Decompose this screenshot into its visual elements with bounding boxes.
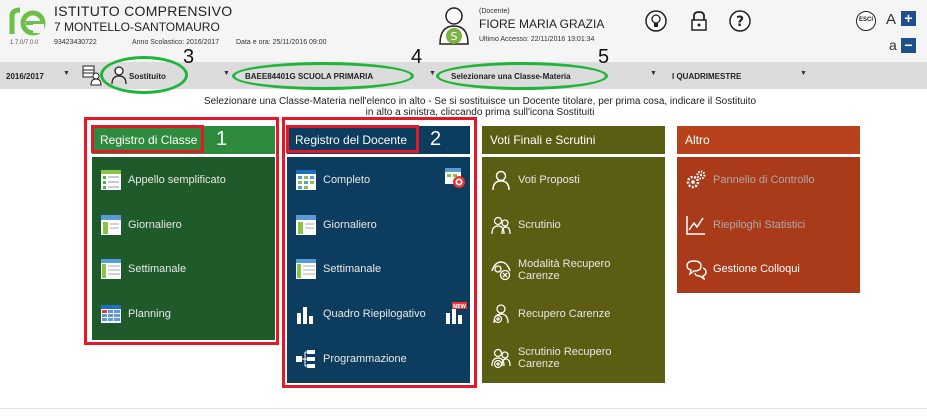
last-access: Ultimo Accesso: 22/11/2016 13:01:34 — [479, 36, 595, 43]
menu-label: Scrutinio — [518, 219, 561, 231]
font-size-large-label: A — [886, 11, 897, 28]
menu-scrutinio-recupero-carenze[interactable]: Scrutinio Recupero Carenze — [490, 346, 612, 370]
footer-divider — [0, 408, 927, 409]
font-decrease-button[interactable]: − — [901, 38, 916, 53]
annotation-ellipse-4 — [232, 62, 414, 90]
school-year: Anno Scolastico: 2016/2017 — [132, 39, 220, 46]
school-city: 7 MONTELLO-SANTOMAURO — [54, 20, 220, 34]
menu-label: Riepiloghi Statistici — [713, 219, 806, 231]
sostituti-icon[interactable] — [82, 64, 102, 86]
annotation-number-4: 4 — [411, 46, 423, 68]
lightbulb-icon[interactable] — [645, 10, 667, 32]
avatar-letter: S — [451, 30, 458, 43]
menu-label: Recupero Carenze — [518, 308, 611, 320]
menu-riepiloghi-statistici[interactable]: Riepiloghi Statistici — [685, 214, 805, 236]
year-dropdown-arrow[interactable]: ▼ — [63, 70, 70, 77]
menu-pannello-controllo[interactable]: Pannello di Controllo — [685, 169, 815, 191]
instruction-line-1: Selezionare una Classe-Materia nell'elen… — [203, 96, 757, 107]
user-role: (Docente) — [479, 8, 510, 15]
annotation-ellipse-3 — [100, 56, 188, 94]
annotation-ellipse-5 — [436, 62, 608, 90]
menu-label: Gestione Colloqui — [713, 263, 800, 275]
menu-label: Pannello di Controllo — [713, 174, 815, 186]
gears-icon — [686, 170, 706, 189]
font-size-small-label: a — [889, 37, 897, 53]
help-icon[interactable]: ? — [729, 10, 751, 32]
card-altro-header[interactable]: Altro — [677, 126, 860, 154]
person-icon — [492, 170, 510, 191]
teacher-name: FIORE MARIA GRAZIA — [479, 17, 605, 31]
period-selector[interactable]: I QUADRIMESTRE — [672, 72, 741, 81]
card-voti-finali: Voti Proposti Scrutinio Modalità Recuper… — [482, 157, 665, 383]
card-altro-title: Altro — [685, 133, 710, 147]
recovery-mode-icon — [491, 261, 511, 281]
period-dropdown-arrow[interactable]: ▼ — [800, 70, 807, 77]
group-icon — [491, 216, 511, 235]
annotation-box-2 — [282, 117, 477, 388]
annotation-title-box-2 — [286, 125, 419, 153]
instruction-text: Selezionare una Classe-Materia nell'elen… — [160, 96, 800, 118]
app-version: 1.7.0/7.0.0 — [10, 40, 39, 46]
year-selector[interactable]: 2016/2017 — [6, 72, 44, 81]
annotation-number-5: 5 — [598, 46, 610, 68]
menu-modalita-recupero-carenze[interactable]: Modalità Recupero Carenze — [490, 258, 610, 282]
substitute-dropdown-arrow[interactable]: ▼ — [223, 70, 230, 77]
menu-scrutinio[interactable]: Scrutinio — [490, 214, 561, 236]
menu-recupero-carenze[interactable]: Recupero Carenze — [490, 303, 610, 325]
font-increase-button[interactable]: + — [901, 11, 916, 26]
app-logo-icon[interactable] — [6, 4, 46, 40]
stats-chart-icon — [686, 216, 705, 235]
menu-label: Scrutinio Recupero Carenze — [518, 346, 612, 370]
menu-label: Voti Proposti — [518, 174, 580, 186]
person-plus-icon — [493, 304, 509, 324]
annotation-title-box-1 — [91, 125, 204, 153]
annotation-number-3: 3 — [183, 46, 195, 68]
menu-gestione-colloqui[interactable]: Gestione Colloqui — [685, 258, 800, 280]
card-altro: Pannello di Controllo Riepiloghi Statist… — [677, 157, 860, 293]
conversation-icon — [686, 260, 707, 280]
school-name: ISTITUTO COMPRENSIVO — [54, 3, 233, 19]
class-subject-dropdown-arrow[interactable]: ▼ — [650, 70, 657, 77]
menu-label: Modalità Recupero Carenze — [518, 258, 611, 282]
group-plus-icon — [491, 348, 511, 369]
card-voti-finali-title: Voti Finali e Scrutini — [490, 133, 596, 147]
menu-voti-proposti[interactable]: Voti Proposti — [490, 169, 580, 191]
svg-text:?: ? — [736, 14, 744, 30]
lock-icon[interactable] — [688, 10, 710, 32]
school-code: 93423430722 — [54, 39, 97, 46]
date-time: Data e ora: 25/11/2016 09:00 — [236, 39, 327, 46]
class-dropdown-arrow[interactable]: ▼ — [429, 70, 436, 77]
avatar[interactable]: S — [436, 6, 472, 46]
card-voti-finali-header[interactable]: Voti Finali e Scrutini — [482, 126, 665, 154]
logout-button[interactable]: ESCI — [856, 11, 876, 31]
header-bar: 1.7.0/7.0.0 ISTITUTO COMPRENSIVO 7 MONTE… — [0, 0, 927, 62]
